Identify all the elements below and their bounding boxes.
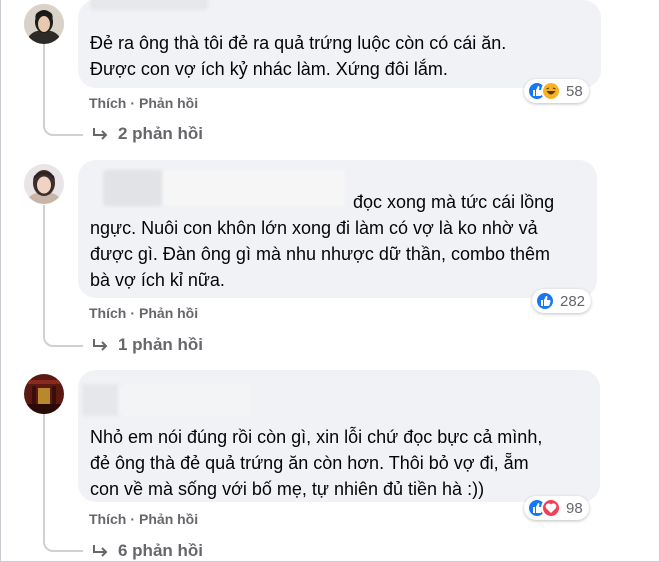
comment-text-line: được gì. Đàn ông gì mà nhu nhược dữ thần… — [90, 244, 551, 264]
comment-text-line: đọc xong mà tức cái lồng — [353, 192, 555, 212]
replies-count-label: 2 phản hồi — [118, 124, 203, 143]
author-name-blurred[interactable] — [82, 384, 122, 416]
author-name-blurred[interactable] — [163, 170, 345, 206]
avatar-photo — [24, 164, 64, 204]
reaction-summary[interactable]: 58 — [524, 79, 589, 103]
avatar[interactable] — [24, 4, 64, 44]
like-link[interactable]: Thích — [89, 95, 126, 111]
haha-icon — [541, 81, 561, 101]
replies-count-label: 6 phản hồi — [118, 541, 203, 560]
like-link[interactable]: Thích — [89, 511, 126, 527]
love-icon — [541, 498, 561, 518]
reply-thread-connector — [43, 44, 83, 136]
reply-arrow-icon — [93, 339, 108, 351]
separator-dot: · — [130, 511, 136, 527]
reaction-summary[interactable]: 282 — [532, 289, 592, 313]
reaction-count: 58 — [566, 82, 583, 100]
comment-text-line: đẻ ông thà đẻ quả trứng ăn còn hơn. Thôi… — [90, 453, 529, 473]
comment-text-line: ngực. Nuôi con khôn lớn xong đi làm có v… — [90, 218, 538, 238]
comment-actions: Thích · Phản hồi — [89, 511, 198, 527]
reaction-count: 98 — [566, 499, 583, 517]
comment-text-line: Nhỏ em nói đúng rồi còn gì, xin lỗi chứ … — [90, 427, 543, 447]
reply-link[interactable]: Phản hồi — [139, 95, 198, 111]
reply-link[interactable]: Phản hồi — [139, 305, 198, 321]
reply-thread-connector — [43, 414, 83, 552]
avatar-photo — [24, 374, 64, 414]
separator-dot: · — [130, 95, 136, 111]
comment-text-line: con về mà sống với bố mẹ, tự nhiên đủ ti… — [90, 479, 485, 499]
comment-text-line: bà vợ ích kỉ nữa. — [90, 270, 225, 290]
reaction-summary[interactable]: 98 — [524, 496, 589, 520]
view-replies-link[interactable]: 6 phản hồi — [92, 541, 203, 561]
like-link[interactable]: Thích — [89, 305, 126, 321]
avatar[interactable] — [24, 374, 64, 414]
view-replies-link[interactable]: 1 phản hồi — [92, 335, 203, 355]
reply-thread-connector — [43, 205, 83, 347]
like-icon — [535, 291, 555, 311]
author-name-blurred[interactable] — [118, 384, 250, 416]
reply-arrow-icon — [93, 545, 108, 557]
separator-dot: · — [130, 305, 136, 321]
comment-actions: Thích · Phản hồi — [89, 305, 198, 321]
comment-actions: Thích · Phản hồi — [89, 95, 198, 111]
author-name-blurred[interactable] — [90, 0, 208, 10]
reaction-count: 282 — [560, 292, 586, 310]
author-name-blurred[interactable] — [103, 170, 163, 206]
avatar[interactable] — [24, 164, 64, 204]
comment-text-line: Được con vợ ích kỷ nhác làm. Xứng đôi lắ… — [90, 59, 448, 79]
reply-link[interactable]: Phản hồi — [139, 511, 198, 527]
replies-count-label: 1 phản hồi — [118, 335, 203, 354]
comment-text-line: Đẻ ra ông thà tôi đẻ ra quả trứng luộc c… — [90, 33, 507, 53]
view-replies-link[interactable]: 2 phản hồi — [92, 124, 203, 144]
avatar-photo — [24, 4, 64, 44]
reply-arrow-icon — [93, 128, 108, 140]
